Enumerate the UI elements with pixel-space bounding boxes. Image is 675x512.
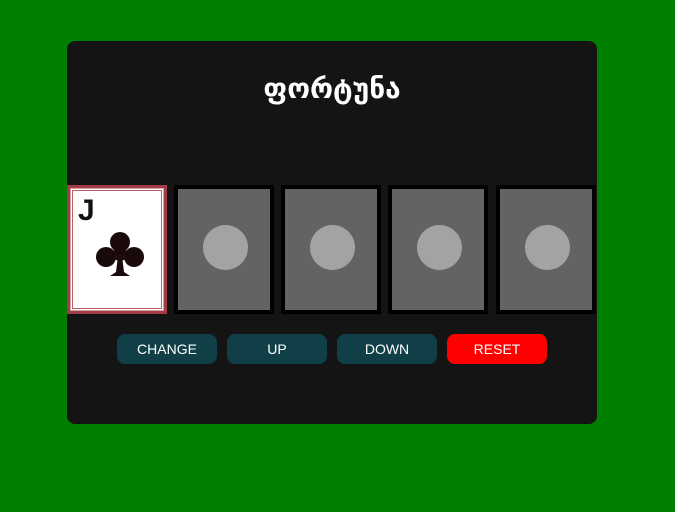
control-buttons: CHANGE UP DOWN RESET: [67, 334, 597, 364]
reset-button[interactable]: RESET: [447, 334, 547, 364]
card-rank: J: [78, 194, 95, 227]
card-4-face-down[interactable]: [388, 185, 488, 314]
down-button[interactable]: DOWN: [337, 334, 437, 364]
change-button[interactable]: CHANGE: [117, 334, 217, 364]
card-1-jack-of-clubs[interactable]: J: [67, 185, 167, 314]
card-3-face-down[interactable]: [281, 185, 381, 314]
club-icon: [96, 232, 144, 276]
card-2-face-down[interactable]: [174, 185, 274, 314]
card-row: J: [67, 185, 597, 314]
circle-icon: [203, 225, 248, 270]
circle-icon: [310, 225, 355, 270]
circle-icon: [525, 225, 570, 270]
game-title: ფორტუნა: [263, 72, 401, 105]
card-5-face-down[interactable]: [496, 185, 596, 314]
up-button[interactable]: UP: [227, 334, 327, 364]
game-panel: ფორტუნა J CHANGE UP DOWN RESET: [67, 41, 597, 424]
circle-icon: [417, 225, 462, 270]
